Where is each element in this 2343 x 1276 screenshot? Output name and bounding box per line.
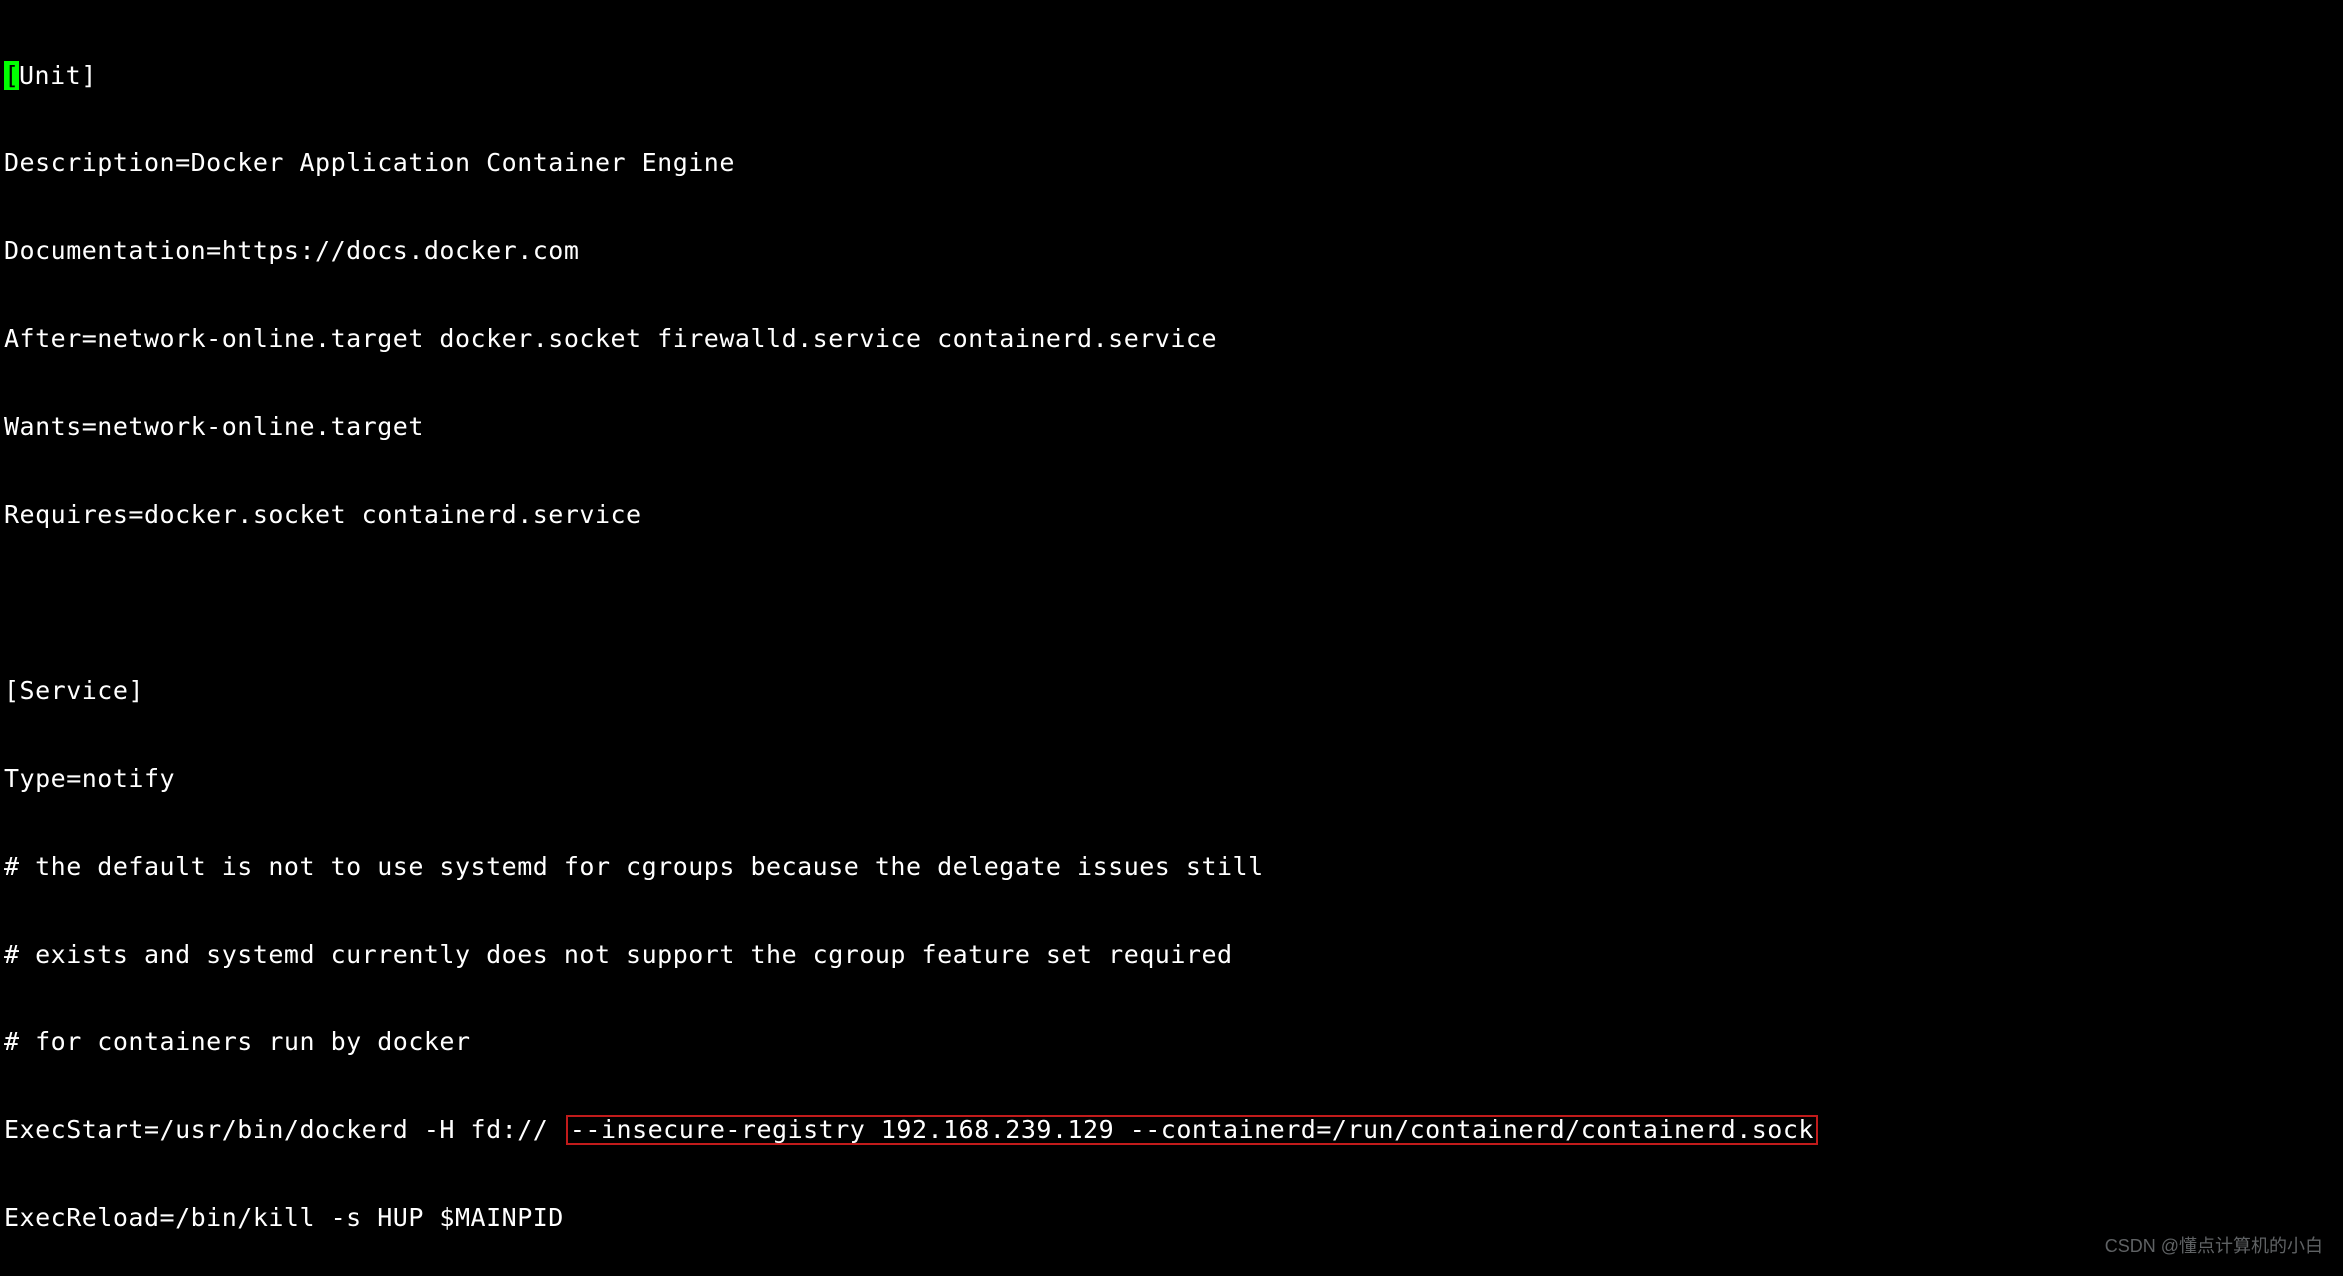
line-wants: Wants=network-online.target (4, 412, 2339, 441)
line-after: After=network-online.target docker.socke… (4, 324, 2339, 353)
line-type: Type=notify (4, 764, 2339, 793)
line-service-header: [Service] (4, 676, 2339, 705)
terminal-editor[interactable]: [Unit] Description=Docker Application Co… (0, 0, 2343, 1276)
line-execstart: ExecStart=/usr/bin/dockerd -H fd:// --in… (4, 1115, 2339, 1144)
line-execreload: ExecReload=/bin/kill -s HUP $MAINPID (4, 1203, 2339, 1232)
execstart-prefix: ExecStart=/usr/bin/dockerd -H fd:// (4, 1115, 564, 1144)
line-description: Description=Docker Application Container… (4, 148, 2339, 177)
line-requires: Requires=docker.socket containerd.servic… (4, 500, 2339, 529)
unit-header-text: Unit] (19, 61, 97, 90)
line-comment-cgroup3: # for containers run by docker (4, 1027, 2339, 1056)
cursor: [ (4, 61, 19, 90)
execstart-highlight-box: --insecure-registry 192.168.239.129 --co… (566, 1115, 1818, 1144)
blank-line (4, 588, 2339, 617)
line-comment-cgroup1: # the default is not to use systemd for … (4, 852, 2339, 881)
watermark-text: CSDN @懂点计算机的小白 (2105, 1232, 2323, 1258)
line-unit-header: [Unit] (4, 61, 2339, 90)
line-comment-cgroup2: # exists and systemd currently does not … (4, 940, 2339, 969)
line-documentation: Documentation=https://docs.docker.com (4, 236, 2339, 265)
